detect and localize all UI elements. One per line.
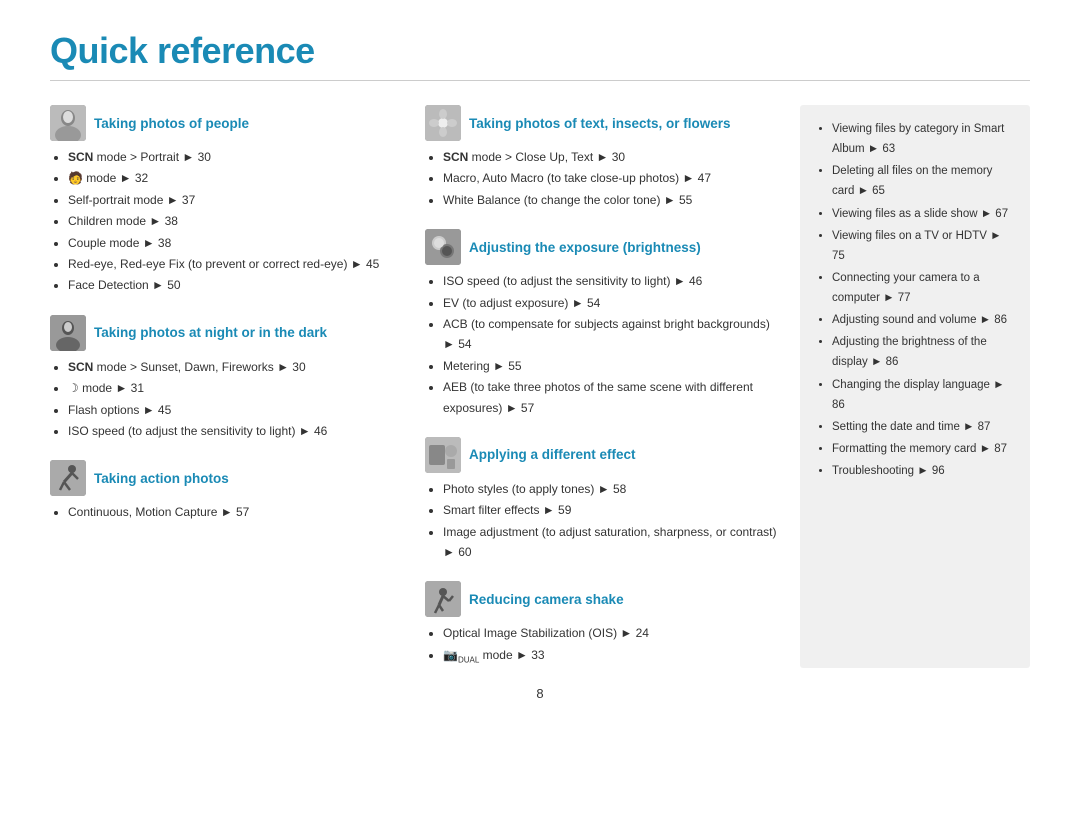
column-2: Taking photos of text, insects, or flowe… [425, 105, 780, 668]
list-item: Macro, Auto Macro (to take close-up phot… [443, 168, 780, 188]
section-header-night: Taking photos at night or in the dark [50, 315, 405, 351]
list-item: Formatting the memory card ► 87 [832, 439, 1014, 459]
list-item: SCN mode > Close Up, Text ► 30 [443, 147, 780, 167]
section-body-night: SCN mode > Sunset, Dawn, Fireworks ► 30 … [50, 357, 405, 442]
section-title-text: Taking photos of text, insects, or flowe… [469, 116, 731, 131]
section-adjusting-exposure: Adjusting the exposure (brightness) ISO … [425, 229, 780, 419]
effect-icon [425, 437, 461, 473]
section-header-effect: Applying a different effect [425, 437, 780, 473]
list-item: Viewing files by category in Smart Album… [832, 119, 1014, 159]
section-header-text: Taking photos of text, insects, or flowe… [425, 105, 780, 141]
list-item: EV (to adjust exposure) ► 54 [443, 293, 780, 313]
list-item: AEB (to take three photos of the same sc… [443, 377, 780, 418]
list-item: Photo styles (to apply tones) ► 58 [443, 479, 780, 499]
sidebar-list: Viewing files by category in Smart Album… [816, 119, 1014, 481]
list-item: Children mode ► 38 [68, 211, 405, 231]
camera-shake-icon [425, 581, 461, 617]
list-item: Connecting your camera to a computer ► 7… [832, 268, 1014, 308]
section-title-action: Taking action photos [94, 471, 229, 486]
section-reducing-camera-shake: Reducing camera shake Optical Image Stab… [425, 581, 780, 667]
list-item: Optical Image Stabilization (OIS) ► 24 [443, 623, 780, 643]
list-item: Adjusting the brightness of the display … [832, 332, 1014, 372]
list-item: 🧑 mode ► 32 [68, 168, 405, 188]
section-title-shake: Reducing camera shake [469, 592, 624, 607]
section-taking-photos-people: Taking photos of people SCN mode > Portr… [50, 105, 405, 297]
section-title-people: Taking photos of people [94, 116, 249, 131]
list-item: ISO speed (to adjust the sensitivity to … [68, 421, 405, 441]
list-item: ISO speed (to adjust the sensitivity to … [443, 271, 780, 291]
section-applying-effect: Applying a different effect Photo styles… [425, 437, 780, 564]
section-title-night: Taking photos at night or in the dark [94, 325, 327, 340]
list-item: Setting the date and time ► 87 [832, 417, 1014, 437]
section-title-effect: Applying a different effect [469, 447, 636, 462]
section-body-text: SCN mode > Close Up, Text ► 30 Macro, Au… [425, 147, 780, 210]
section-body-action: Continuous, Motion Capture ► 57 [50, 502, 405, 522]
section-taking-action-photos: Taking action photos Continuous, Motion … [50, 460, 405, 523]
page-title: Quick reference [50, 30, 1030, 72]
list-item: Smart filter effects ► 59 [443, 500, 780, 520]
section-body-people: SCN mode > Portrait ► 30 🧑 mode ► 32 Sel… [50, 147, 405, 296]
exposure-icon [425, 229, 461, 265]
section-title-exposure: Adjusting the exposure (brightness) [469, 240, 701, 255]
list-item: Couple mode ► 38 [68, 233, 405, 253]
list-item: SCN mode > Sunset, Dawn, Fireworks ► 30 [68, 357, 405, 377]
list-item: Adjusting sound and volume ► 86 [832, 310, 1014, 330]
person-night-icon [50, 315, 86, 351]
title-divider [50, 80, 1030, 81]
column-1: Taking photos of people SCN mode > Portr… [50, 105, 405, 668]
section-header-people: Taking photos of people [50, 105, 405, 141]
list-item: ☽ mode ► 31 [68, 378, 405, 398]
section-taking-photos-text: Taking photos of text, insects, or flowe… [425, 105, 780, 211]
list-item: Troubleshooting ► 96 [832, 461, 1014, 481]
list-item: Continuous, Motion Capture ► 57 [68, 502, 405, 522]
section-body-exposure: ISO speed (to adjust the sensitivity to … [425, 271, 780, 418]
section-header-shake: Reducing camera shake [425, 581, 780, 617]
column-3-sidebar: Viewing files by category in Smart Album… [800, 105, 1030, 668]
list-item: Deleting all files on the memory card ► … [832, 161, 1014, 201]
flower-macro-icon [425, 105, 461, 141]
person-action-icon [50, 460, 86, 496]
section-body-shake: Optical Image Stabilization (OIS) ► 24 📷… [425, 623, 780, 666]
main-content: Taking photos of people SCN mode > Portr… [50, 105, 1030, 668]
list-item: Self-portrait mode ► 37 [68, 190, 405, 210]
section-body-effect: Photo styles (to apply tones) ► 58 Smart… [425, 479, 780, 563]
person-portrait-icon [50, 105, 86, 141]
list-item: Image adjustment (to adjust saturation, … [443, 522, 780, 563]
list-item: SCN mode > Portrait ► 30 [68, 147, 405, 167]
list-item: White Balance (to change the color tone)… [443, 190, 780, 210]
list-item: Viewing files on a TV or HDTV ► 75 [832, 226, 1014, 266]
list-item: ACB (to compensate for subjects against … [443, 314, 780, 355]
list-item: 📷DUAL mode ► 33 [443, 645, 780, 667]
section-taking-photos-night: Taking photos at night or in the dark SC… [50, 315, 405, 443]
list-item: Changing the display language ► 86 [832, 375, 1014, 415]
list-item: Face Detection ► 50 [68, 275, 405, 295]
list-item: Viewing files as a slide show ► 67 [832, 204, 1014, 224]
list-item: Metering ► 55 [443, 356, 780, 376]
page-number: 8 [50, 686, 1030, 701]
section-header-exposure: Adjusting the exposure (brightness) [425, 229, 780, 265]
list-item: Flash options ► 45 [68, 400, 405, 420]
section-header-action: Taking action photos [50, 460, 405, 496]
list-item: Red-eye, Red-eye Fix (to prevent or corr… [68, 254, 405, 274]
